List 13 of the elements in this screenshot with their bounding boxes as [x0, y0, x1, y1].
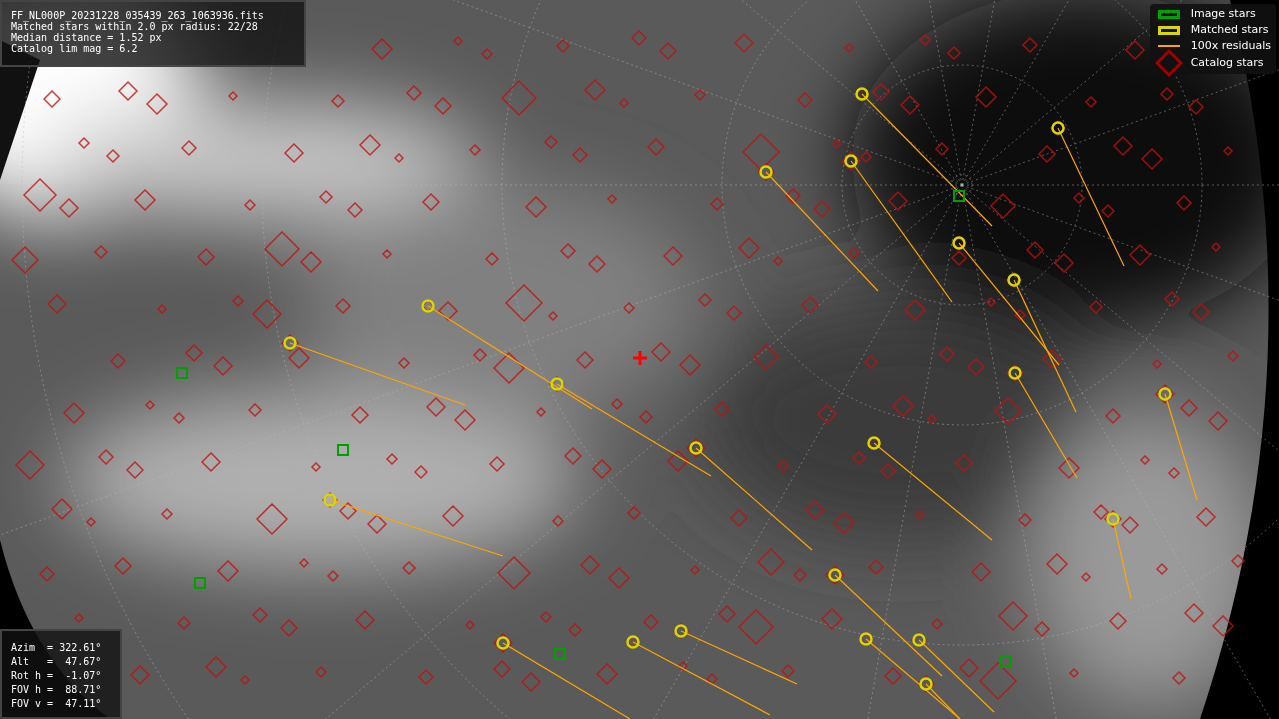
- legend-label: Matched stars: [1190, 23, 1269, 37]
- pointing-line: FOV h = 88.71°: [11, 683, 103, 697]
- pointing-line: Rot h = -1.07°: [11, 669, 103, 683]
- pointing-line: FOV v = 47.11°: [11, 697, 103, 711]
- info-line: Matched stars within 2.0 px radius: 22/28: [11, 21, 258, 32]
- legend-label: Image stars: [1190, 7, 1256, 21]
- info-line: FF_NL000P_20231228_035439_263_1063936.fits: [11, 10, 265, 21]
- legend-label: 100x residuals: [1190, 39, 1271, 53]
- pointing-line: Alt = 47.67°: [11, 655, 103, 669]
- legend-label: Catalog stars: [1190, 56, 1264, 70]
- info-line: Catalog lim mag = 6.2: [11, 43, 139, 54]
- pointing-line: Azim = 322.61°: [11, 641, 103, 655]
- info-line: Median distance = 1.52 px: [11, 32, 163, 43]
